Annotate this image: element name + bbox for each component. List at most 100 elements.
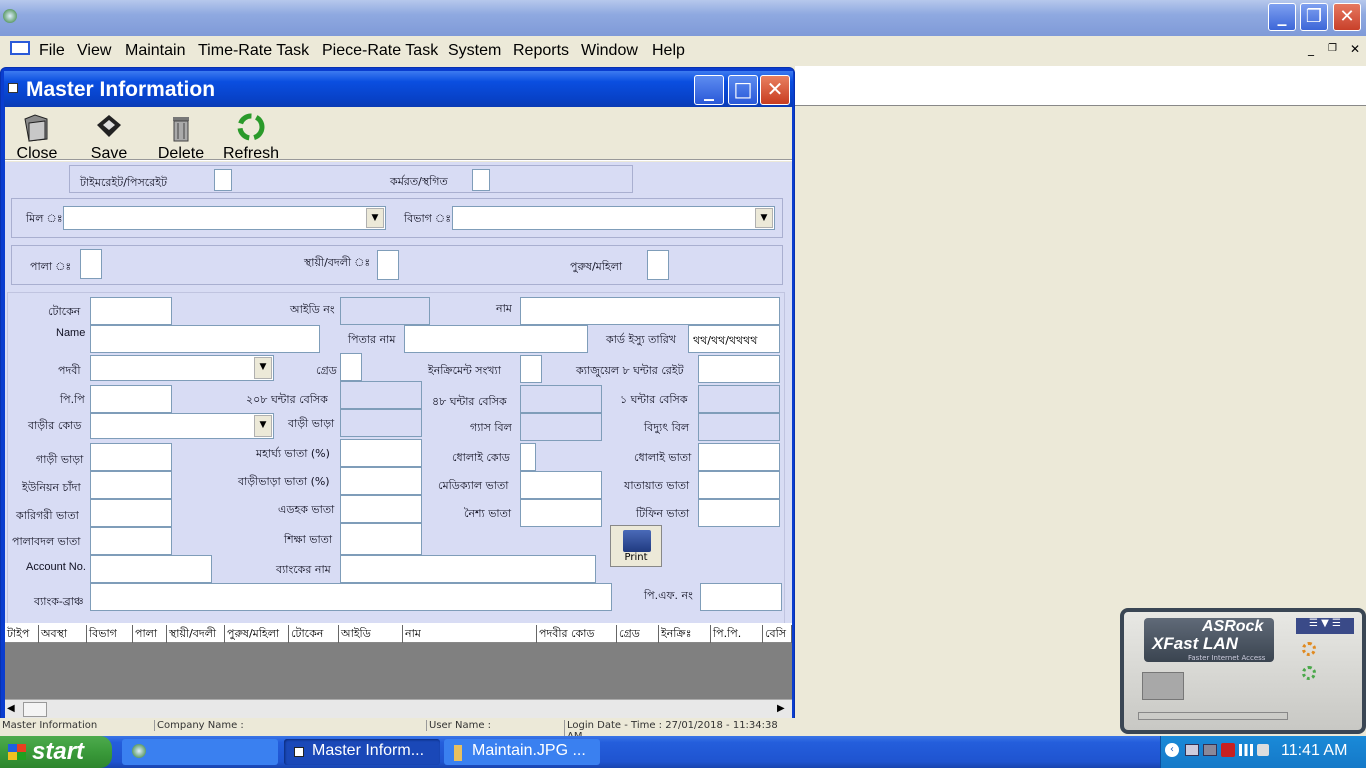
grid-col-gender[interactable]: পুরুষ/মহিলা [225, 625, 289, 643]
menu-view[interactable]: View [77, 42, 111, 60]
house-rent-field[interactable] [340, 409, 422, 437]
wash-code-field[interactable] [520, 443, 536, 471]
gas-field[interactable] [520, 413, 602, 441]
grid-col-increment[interactable]: ইনক্রিঃ [659, 625, 711, 643]
grid-col-pp[interactable]: পি.পি. [711, 625, 763, 643]
menu-file[interactable]: File [39, 42, 65, 60]
grid-col-basic[interactable]: বেসি [763, 625, 792, 643]
menu-help[interactable]: Help [652, 42, 685, 60]
casual-rate-field[interactable] [698, 355, 780, 383]
grid-col-designation-code[interactable]: পদবীর কোড [537, 625, 617, 643]
scroll-thumb[interactable] [23, 702, 47, 717]
dept-select[interactable]: ▼ [452, 206, 775, 230]
print-button[interactable]: Print [610, 525, 662, 567]
grid-col-id[interactable]: আইডি [339, 625, 403, 643]
start-button[interactable]: start [0, 736, 112, 768]
shiftchange-field[interactable] [90, 527, 172, 555]
grid-col-status[interactable]: অবস্থা [39, 625, 87, 643]
da-field[interactable] [340, 439, 422, 467]
card-date-field[interactable]: থথ/থথ/থথথথ [688, 325, 780, 353]
close-button[interactable]: Close [13, 111, 61, 163]
adhoc-field[interactable] [340, 495, 422, 523]
window-close-button[interactable]: ✕ [760, 75, 790, 105]
dept-dropdown-arrow[interactable]: ▼ [755, 208, 773, 228]
gender-field[interactable] [647, 250, 669, 280]
night-field[interactable] [520, 499, 602, 527]
transport-field[interactable] [698, 471, 780, 499]
grid-col-type[interactable]: টাইপ [5, 625, 39, 643]
mdi-restore-button[interactable]: ❐ [1328, 43, 1337, 54]
tray-clock[interactable]: 11:41 AM [1281, 742, 1347, 760]
token-field[interactable] [90, 297, 172, 325]
window-maximize-button[interactable]: □ [728, 75, 758, 105]
bank-field[interactable] [340, 555, 596, 583]
pp-field[interactable] [90, 385, 172, 413]
working-field[interactable] [472, 169, 490, 191]
grid-col-token[interactable]: টোকেন [289, 625, 339, 643]
account-field[interactable] [90, 555, 212, 583]
refresh-button[interactable]: Refresh [223, 111, 279, 163]
menu-window[interactable]: Window [581, 42, 638, 60]
electric-field[interactable] [698, 413, 780, 441]
menu-system[interactable]: System [448, 42, 501, 60]
designation-select[interactable]: ▼ [90, 355, 274, 381]
delete-button[interactable]: Delete [155, 111, 207, 163]
education-field[interactable] [340, 523, 422, 555]
save-button[interactable]: Save [85, 111, 133, 163]
hra-field[interactable] [340, 467, 422, 495]
menu-time-rate-task[interactable]: Time-Rate Task [198, 42, 309, 60]
grid-col-dept[interactable]: বিভাগ [87, 625, 133, 643]
timerate-field[interactable] [214, 169, 232, 191]
designation-dropdown-arrow[interactable]: ▼ [254, 357, 272, 379]
basic208-field[interactable] [340, 381, 422, 409]
grid-horizontal-scrollbar[interactable]: ◀ ▶ [5, 699, 792, 719]
tray-display-icon[interactable] [1203, 744, 1217, 756]
app-minimize-button[interactable]: _ [1268, 3, 1296, 31]
medical-field[interactable] [520, 471, 602, 499]
perm-field[interactable] [377, 250, 399, 280]
grid-col-name[interactable]: নাম [403, 625, 537, 643]
name-field[interactable] [520, 297, 780, 325]
wash-allow-field[interactable] [698, 443, 780, 471]
menu-maintain[interactable]: Maintain [125, 42, 185, 60]
asrock-xfast-lan-widget[interactable]: ASRock XFast LAN Faster Internet Access … [1120, 608, 1366, 734]
technical-field[interactable] [90, 499, 172, 527]
basic48-field[interactable] [520, 385, 602, 413]
taskbar-app-item[interactable] [122, 739, 278, 765]
shift-field[interactable] [80, 249, 102, 279]
tray-signal-icon[interactable] [1239, 744, 1253, 756]
pf-field[interactable] [700, 583, 782, 611]
grid-col-perm[interactable]: স্থায়ী/বদলী [167, 625, 225, 643]
father-field[interactable] [404, 325, 588, 353]
scroll-right-arrow[interactable]: ▶ [777, 703, 785, 714]
mill-select[interactable]: ▼ [63, 206, 386, 230]
tray-volume-icon[interactable] [1257, 744, 1269, 756]
taskbar-master-information[interactable]: Master Inform... [284, 739, 440, 765]
app-close-button[interactable]: ✕ [1333, 3, 1361, 31]
widget-menu-button[interactable]: ☰ ▼ ☰ [1296, 618, 1354, 634]
records-grid[interactable]: টাইপ অবস্থা বিভাগ পালা স্থায়ী/বদলী পুরু… [5, 623, 792, 719]
basic1-field[interactable] [698, 385, 780, 413]
app-restore-button[interactable]: ❐ [1300, 3, 1328, 31]
tray-expand-icon[interactable]: ‹ [1165, 743, 1179, 757]
car-rent-field[interactable] [90, 443, 172, 471]
window-minimize-button[interactable]: _ [694, 75, 724, 105]
increment-field[interactable] [520, 355, 542, 383]
mdi-close-button[interactable]: ✕ [1350, 42, 1360, 56]
grade-field[interactable] [340, 353, 362, 381]
tiffin-field[interactable] [698, 499, 780, 527]
taskbar-maintain-jpg[interactable]: Maintain.JPG ... [444, 739, 600, 765]
name-en-field[interactable] [90, 325, 320, 353]
id-field[interactable] [340, 297, 430, 325]
union-field[interactable] [90, 471, 172, 499]
branch-field[interactable] [90, 583, 612, 611]
house-code-select[interactable]: ▼ [90, 413, 274, 439]
menu-piece-rate-task[interactable]: Piece-Rate Task [322, 42, 438, 60]
grid-col-shift[interactable]: পালা [133, 625, 167, 643]
widget-refresh-icon[interactable] [1302, 666, 1316, 680]
tray-acrobat-icon[interactable] [1221, 743, 1235, 757]
mdi-minimize-button[interactable]: _ [1308, 42, 1314, 56]
menu-reports[interactable]: Reports [513, 42, 569, 60]
scroll-left-arrow[interactable]: ◀ [7, 703, 15, 714]
house-code-dropdown-arrow[interactable]: ▼ [254, 415, 272, 437]
